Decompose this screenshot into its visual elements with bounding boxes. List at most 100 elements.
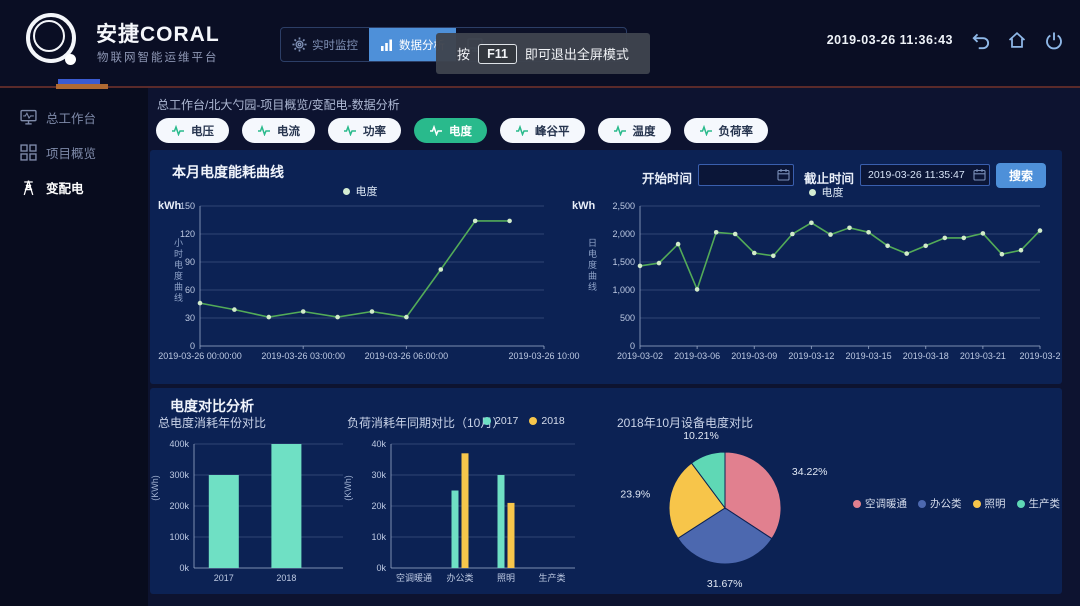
tab-energy[interactable]: 电度 <box>414 118 487 143</box>
svg-text:31.67%: 31.67% <box>707 578 743 590</box>
svg-text:200k: 200k <box>169 501 189 511</box>
legend-dot <box>918 500 926 508</box>
dashboard-app: 安捷CORAL 物联网智能运维平台 实时监控 数据分析 <box>0 0 1080 606</box>
nav-realtime-monitor[interactable]: 实时监控 <box>281 28 369 61</box>
load-bar-legend[interactable]: 2017 2018 <box>483 415 565 427</box>
line-charts-panel: 本月电度能耗曲线 电度 kWh 小时电度曲线 03060901201502019… <box>150 150 1062 384</box>
sidebar-item-projects[interactable]: 项目概览 <box>0 135 148 170</box>
svg-text:2019-03-06: 2019-03-06 <box>674 351 720 361</box>
legend-item: 2017 <box>483 415 518 427</box>
grid-icon <box>20 144 37 161</box>
brand-logo-icon <box>26 13 82 69</box>
bar-chart-icon <box>380 38 394 52</box>
calendar-icon[interactable] <box>777 168 790 181</box>
legend-item: 2018 <box>529 415 564 427</box>
load-bar-title: 负荷消耗年同期对比（10月） <box>347 414 504 431</box>
svg-text:150: 150 <box>180 201 195 211</box>
sidebar-item-label: 变配电 <box>46 178 84 197</box>
workbench-icon <box>20 109 37 126</box>
daily-axis-name: 日电度曲线 <box>586 238 599 293</box>
svg-text:400k: 400k <box>169 439 189 449</box>
toast-prefix: 按 <box>457 44 470 63</box>
svg-text:2019-03-26 06:00:00: 2019-03-26 06:00:00 <box>365 351 449 361</box>
svg-text:照明: 照明 <box>497 573 515 583</box>
legend-dot <box>853 500 861 508</box>
tab-peak-valley[interactable]: 峰谷平 <box>500 118 585 143</box>
pulse-icon <box>699 125 713 136</box>
sidebar: 总工作台 项目概览 变配电 <box>0 88 148 606</box>
svg-text:0k: 0k <box>376 563 386 573</box>
nav-label: 实时监控 <box>312 37 358 53</box>
svg-text:1,000: 1,000 <box>612 285 635 295</box>
calendar-icon[interactable] <box>973 168 986 181</box>
power-icon[interactable] <box>1044 30 1064 50</box>
legend-dot <box>809 189 816 196</box>
svg-text:90: 90 <box>185 257 195 267</box>
svg-text:2019-03-18: 2019-03-18 <box>903 351 949 361</box>
app-header: 安捷CORAL 物联网智能运维平台 实时监控 数据分析 <box>0 0 1080 86</box>
comparison-panel: 电度对比分析 总电度消耗年份对比 (KWh) 0k100k200k300k400… <box>150 388 1062 594</box>
header-right: 2019-03-26 11:36:43 <box>827 30 1064 50</box>
svg-text:20k: 20k <box>371 501 386 511</box>
svg-text:生产类: 生产类 <box>538 572 565 583</box>
datetime: 2019-03-26 11:36:43 <box>827 33 953 47</box>
main-content: 总工作台/北大勺园-项目概览/变配电-数据分析 电压 电流 功率 电度 峰谷平 … <box>148 88 1080 606</box>
svg-text:10k: 10k <box>371 532 386 542</box>
svg-text:空调暖通: 空调暖通 <box>396 572 432 583</box>
sidebar-item-power-distribution[interactable]: 变配电 <box>0 170 148 205</box>
svg-text:2019-03-09: 2019-03-09 <box>731 351 777 361</box>
tab-power[interactable]: 功率 <box>328 118 401 143</box>
svg-text:30k: 30k <box>371 470 386 480</box>
tab-current[interactable]: 电流 <box>242 118 315 143</box>
brand-title: 安捷CORAL <box>96 18 220 48</box>
breadcrumb: 总工作台/北大勺园-项目概览/变配电-数据分析 <box>157 96 400 113</box>
legend-dot <box>343 188 350 195</box>
tab-voltage[interactable]: 电压 <box>156 118 229 143</box>
metric-tabs: 电压 电流 功率 电度 峰谷平 温度 负荷率 <box>156 118 768 143</box>
pulse-icon <box>613 125 627 136</box>
tab-temperature[interactable]: 温度 <box>598 118 671 143</box>
toast-suffix: 即可退出全屏模式 <box>525 44 629 63</box>
end-time-input[interactable] <box>860 164 990 186</box>
svg-text:2019-03-26 00:00:00: 2019-03-26 00:00:00 <box>158 351 242 361</box>
decor-chip-orange <box>56 84 108 89</box>
svg-text:0: 0 <box>190 341 195 351</box>
tab-load-rate[interactable]: 负荷率 <box>684 118 769 143</box>
back-icon[interactable] <box>970 30 990 50</box>
legend-item: 生产类 <box>1017 496 1061 511</box>
comparison-section-title: 电度对比分析 <box>170 396 254 416</box>
gear-icon <box>292 37 307 52</box>
yearly-bar-title: 总电度消耗年份对比 <box>158 414 266 431</box>
svg-text:30: 30 <box>185 313 195 323</box>
svg-text:办公类: 办公类 <box>446 572 473 583</box>
daily-line-chart: 05001,0001,5002,0002,5002019-03-022019-0… <box>600 196 1052 368</box>
svg-text:2019-03-2: 2019-03-2 <box>1019 351 1060 361</box>
sidebar-item-workbench[interactable]: 总工作台 <box>0 100 148 135</box>
fullscreen-toast: 按 F11 即可退出全屏模式 <box>436 33 650 74</box>
svg-text:2,500: 2,500 <box>612 201 635 211</box>
legend-dot <box>483 417 491 425</box>
pulse-icon <box>343 125 357 136</box>
pulse-icon <box>429 125 443 136</box>
hourly-line-chart: 03060901201502019-03-26 00:00:002019-03-… <box>164 196 556 368</box>
svg-text:2,000: 2,000 <box>612 229 635 239</box>
home-icon[interactable] <box>1007 30 1027 50</box>
pie-legend[interactable]: 空调暖通 办公类 照明 生产类 <box>853 496 1060 511</box>
svg-text:100k: 100k <box>169 532 189 542</box>
svg-text:40k: 40k <box>371 439 386 449</box>
svg-text:2019-03-26 03:00:00: 2019-03-26 03:00:00 <box>261 351 345 361</box>
brand-subtitle: 物联网智能运维平台 <box>97 49 219 65</box>
load-bar-chart: 0k 10k 20k 30k 40k 空调暖通 办公类 照明 生产类 <box>359 430 589 588</box>
svg-text:10.21%: 10.21% <box>683 430 719 442</box>
legend-dot <box>529 417 537 425</box>
svg-text:2019-03-21: 2019-03-21 <box>960 351 1006 361</box>
legend-item: 办公类 <box>918 496 962 511</box>
legend-item: 空调暖通 <box>853 496 907 511</box>
daily-unit-label: kWh <box>572 200 595 212</box>
hourly-chart-title: 本月电度能耗曲线 <box>172 162 284 182</box>
svg-text:2019-03-02: 2019-03-02 <box>617 351 663 361</box>
load-ylabel: (KWh) <box>343 468 353 508</box>
svg-text:34.22%: 34.22% <box>792 466 828 478</box>
svg-text:2017: 2017 <box>214 573 234 583</box>
svg-text:23.9%: 23.9% <box>620 489 650 501</box>
